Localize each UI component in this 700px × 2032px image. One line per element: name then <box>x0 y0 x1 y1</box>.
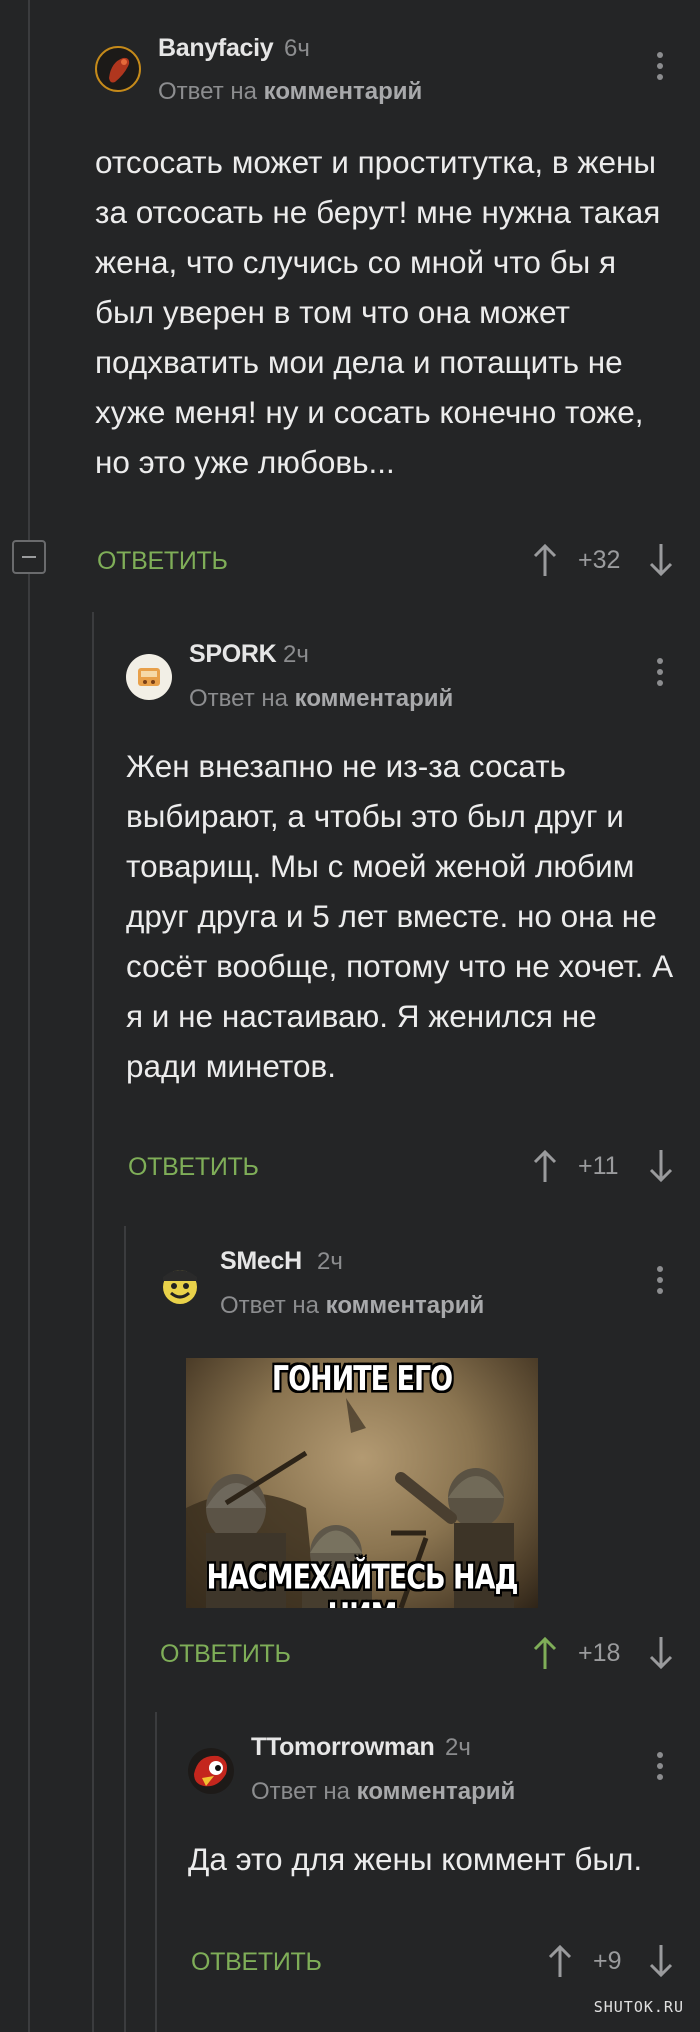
meme-top-caption: ГОНИТЕ ЕГО <box>271 1360 453 1399</box>
username[interactable]: Banyfaciy <box>158 34 274 63</box>
reply-to-link[interactable]: комментарий <box>357 1778 516 1805</box>
score: +9 <box>593 1947 622 1975</box>
reply-to-prefix: Ответ на <box>220 1292 319 1319</box>
score: +11 <box>578 1152 619 1180</box>
comment-text: Да это для жены коммент был. <box>188 1841 643 1877</box>
reply-to-link[interactable]: комментарий <box>295 685 454 712</box>
thread-line <box>155 1712 157 2032</box>
reply-button[interactable]: ОТВЕТИТЬ <box>97 547 228 576</box>
reply-to: Ответ на комментарий <box>189 685 453 713</box>
avatar[interactable] <box>95 46 141 92</box>
more-options-icon[interactable] <box>655 1266 665 1300</box>
more-options-icon[interactable] <box>655 52 665 86</box>
reply-to-link[interactable]: комментарий <box>264 78 423 105</box>
reply-to-prefix: Ответ на <box>158 78 257 105</box>
downvote-arrow-icon[interactable] <box>646 1635 676 1671</box>
avatar-image <box>138 668 160 686</box>
upvote-arrow-icon[interactable] <box>530 1148 560 1184</box>
comment-text: Жен внезапно не из-за сосать выбирают, а… <box>126 748 674 1084</box>
username[interactable]: SPORK <box>189 640 277 669</box>
username[interactable]: SMecH <box>220 1247 302 1276</box>
meme-image[interactable]: ГОНИТЕ ЕГО НАСМЕХАЙТЕСЬ НАД НИМ <box>186 1358 538 1608</box>
more-options-icon[interactable] <box>655 1752 665 1786</box>
avatar[interactable] <box>188 1748 234 1794</box>
avatar[interactable] <box>126 654 172 700</box>
reply-to: Ответ на комментарий <box>251 1778 515 1806</box>
reply-button[interactable]: ОТВЕТИТЬ <box>160 1640 291 1669</box>
thread-line <box>124 1226 126 2032</box>
thread-line <box>28 0 30 540</box>
comment-text: отсосать может и проститутка, в жены за … <box>95 144 661 480</box>
reply-to-link[interactable]: комментарий <box>326 1292 485 1319</box>
collapse-thread-button[interactable] <box>12 540 46 574</box>
reply-button[interactable]: ОТВЕТИТЬ <box>191 1948 322 1977</box>
watermark: SHUTOK.RU <box>593 1998 684 2016</box>
avatar[interactable] <box>157 1261 203 1307</box>
vote-control: +32 <box>530 542 680 582</box>
vote-control: +11 <box>530 1148 680 1188</box>
downvote-arrow-icon[interactable] <box>646 1943 676 1979</box>
comment-time: 6ч <box>284 35 310 62</box>
meme-bottom-caption: НАСМЕХАЙТЕСЬ НАД НИМ <box>206 1558 518 1608</box>
comment-time: 2ч <box>283 641 309 668</box>
thread-line <box>92 612 94 2032</box>
thread-line <box>28 574 30 2032</box>
vote-control: +9 <box>545 1943 680 1983</box>
upvote-arrow-icon[interactable] <box>530 1635 560 1671</box>
more-options-icon[interactable] <box>655 658 665 692</box>
reply-to: Ответ на комментарий <box>220 1292 484 1320</box>
reply-button[interactable]: ОТВЕТИТЬ <box>128 1153 259 1182</box>
score: +32 <box>578 546 621 574</box>
avatar-image <box>109 57 130 83</box>
downvote-arrow-icon[interactable] <box>646 542 676 578</box>
username[interactable]: TTomorrowman <box>251 1733 435 1762</box>
reply-to-prefix: Ответ на <box>189 685 288 712</box>
avatar-image <box>163 1270 197 1304</box>
score: +18 <box>578 1639 621 1667</box>
avatar-image <box>194 1755 227 1787</box>
comment-time: 2ч <box>317 1248 343 1275</box>
vote-control: +18 <box>530 1635 680 1675</box>
upvote-arrow-icon[interactable] <box>530 542 560 578</box>
upvote-arrow-icon[interactable] <box>545 1943 575 1979</box>
comment-time: 2ч <box>445 1734 471 1761</box>
reply-to: Ответ на комментарий <box>158 78 422 106</box>
downvote-arrow-icon[interactable] <box>646 1148 676 1184</box>
reply-to-prefix: Ответ на <box>251 1778 350 1805</box>
